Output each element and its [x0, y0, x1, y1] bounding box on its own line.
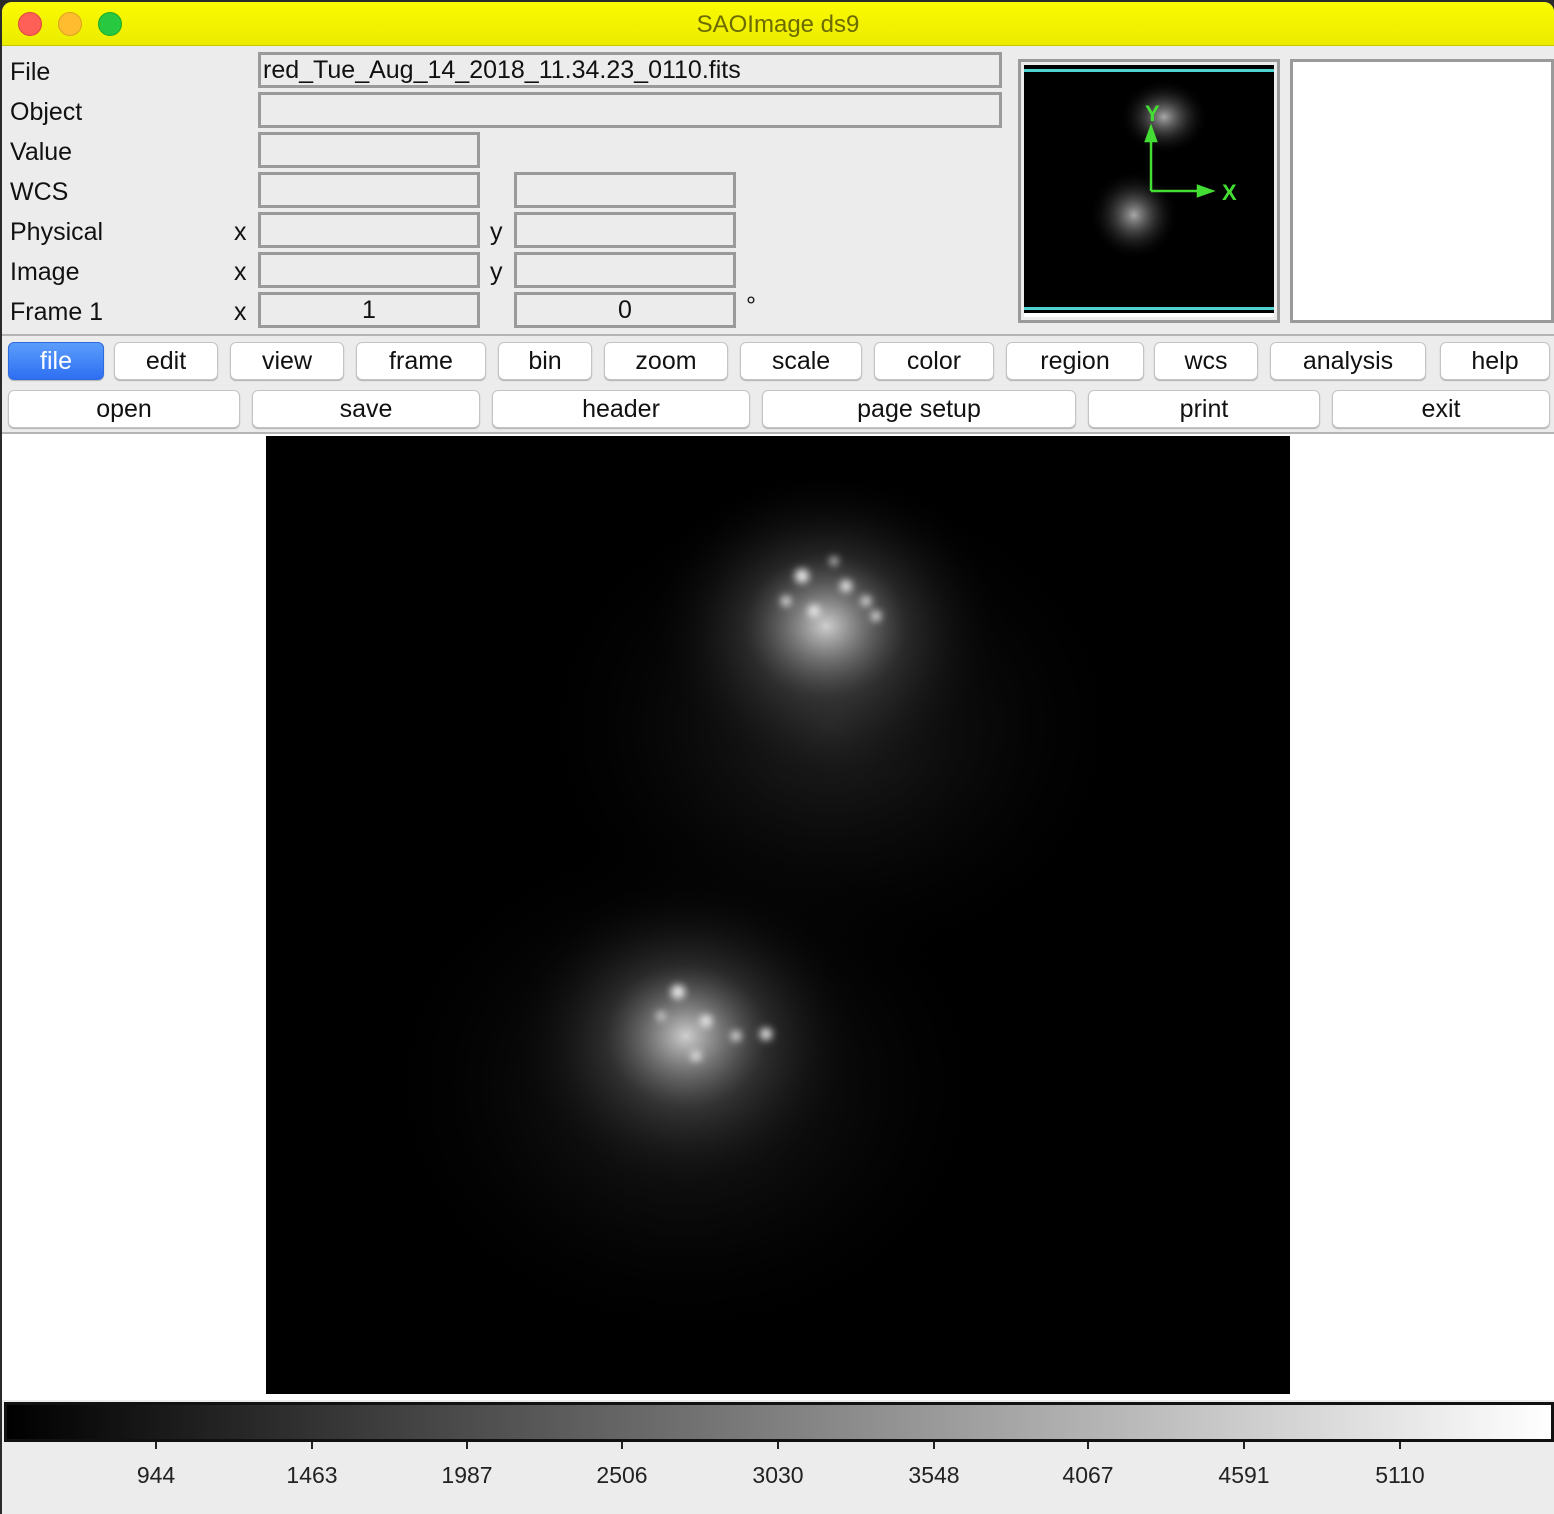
button-print[interactable]: print [1088, 390, 1320, 428]
window-title: SAOImage ds9 [696, 11, 860, 38]
colorbar-tick-label: 5110 [1375, 1462, 1425, 1488]
panner-thumbnail[interactable]: Y X [1024, 65, 1274, 317]
object-field [258, 92, 1002, 128]
image-x-label: x [234, 258, 247, 286]
panner[interactable]: Y X [1018, 59, 1280, 323]
colorbar-tick-label: 4067 [1062, 1462, 1114, 1488]
menu-frame[interactable]: frame [356, 342, 486, 380]
fits-image-svg [366, 466, 1141, 1356]
title-bar[interactable]: SAOImage ds9 [2, 2, 1554, 46]
colorbar-tick [1087, 1442, 1089, 1449]
colorbar-tick-label: 1987 [441, 1462, 493, 1488]
physical-x-label: x [234, 218, 247, 246]
panner-bbox-top [1024, 69, 1274, 72]
panner-source-lower [1089, 170, 1179, 260]
colorbar-tick-label: 1463 [286, 1462, 338, 1488]
button-exit[interactable]: exit [1332, 390, 1550, 428]
colorbar[interactable] [4, 1402, 1554, 1442]
colorbar-tick-label: 944 [136, 1462, 176, 1488]
button-page-setup[interactable]: page setup [762, 390, 1076, 428]
wcs-field-1 [258, 172, 480, 208]
menu-zoom[interactable]: zoom [604, 342, 728, 380]
frame-label: Frame 1 [10, 298, 104, 326]
angle-unit-label: ° [746, 292, 756, 320]
frame-x-label: x [234, 298, 247, 326]
image-x-field [258, 252, 480, 288]
panner-bbox-bottom [1024, 307, 1274, 310]
magnifier [1290, 59, 1554, 323]
menu-help[interactable]: help [1440, 342, 1550, 380]
colorbar-tick-label: 3548 [908, 1462, 960, 1488]
button-open[interactable]: open [8, 390, 240, 428]
colorbar-tick [933, 1442, 935, 1449]
value-field [258, 132, 480, 168]
colorbar-tick-label: 2506 [596, 1462, 648, 1488]
compass-x-label: X [1222, 180, 1237, 205]
menu-wcs[interactable]: wcs [1154, 342, 1258, 380]
image-label: Image [10, 258, 80, 286]
physical-y-field [514, 212, 736, 248]
physical-x-field [258, 212, 480, 248]
colorbar-tick-label: 4591 [1218, 1462, 1270, 1488]
menu-bin[interactable]: bin [498, 342, 592, 380]
menu-view[interactable]: view [230, 342, 344, 380]
file-field: red_Tue_Aug_14_2018_11.34.23_0110.fits [258, 52, 1002, 88]
frame-zoom-field: 1 [258, 292, 480, 328]
colorbar-tick-label: 3030 [752, 1462, 804, 1488]
menu-file[interactable]: file [8, 342, 104, 380]
wcs-field-2 [514, 172, 736, 208]
colorbar-tick [311, 1442, 313, 1449]
file-label: File [10, 58, 51, 86]
colorbar-tick [621, 1442, 623, 1449]
wcs-label: WCS [10, 178, 69, 206]
physical-label: Physical [10, 218, 104, 246]
image-y-label: y [490, 258, 503, 286]
image-canvas[interactable] [2, 434, 1554, 1400]
panner-source-upper [1119, 79, 1209, 155]
colorbar-tick [1399, 1442, 1401, 1449]
separator [2, 334, 1554, 336]
image-y-field [514, 252, 736, 288]
colorbar-tick [777, 1442, 779, 1449]
compass-y-label: Y [1145, 101, 1160, 126]
menu-analysis[interactable]: analysis [1270, 342, 1426, 380]
value-label: Value [10, 138, 73, 166]
frame-angle-field: 0 [514, 292, 736, 328]
menu-edit[interactable]: edit [114, 342, 218, 380]
menu-region[interactable]: region [1006, 342, 1144, 380]
source-lower [506, 876, 866, 1196]
colorbar-tick [1243, 1442, 1245, 1449]
ds9-window: SAOImage ds9 File red_Tue_Aug_14_2018_11… [2, 2, 1554, 1514]
physical-y-label: y [490, 218, 503, 246]
colorbar-tick [155, 1442, 157, 1449]
menu-scale[interactable]: scale [740, 342, 862, 380]
button-save[interactable]: save [252, 390, 480, 428]
menu-color[interactable]: color [874, 342, 994, 380]
panner-svg: Y X [1024, 69, 1274, 310]
fits-image[interactable] [266, 436, 1290, 1394]
button-header[interactable]: header [492, 390, 750, 428]
source-upper [646, 466, 1006, 786]
object-label: Object [10, 98, 83, 126]
colorbar-tick [466, 1442, 468, 1449]
